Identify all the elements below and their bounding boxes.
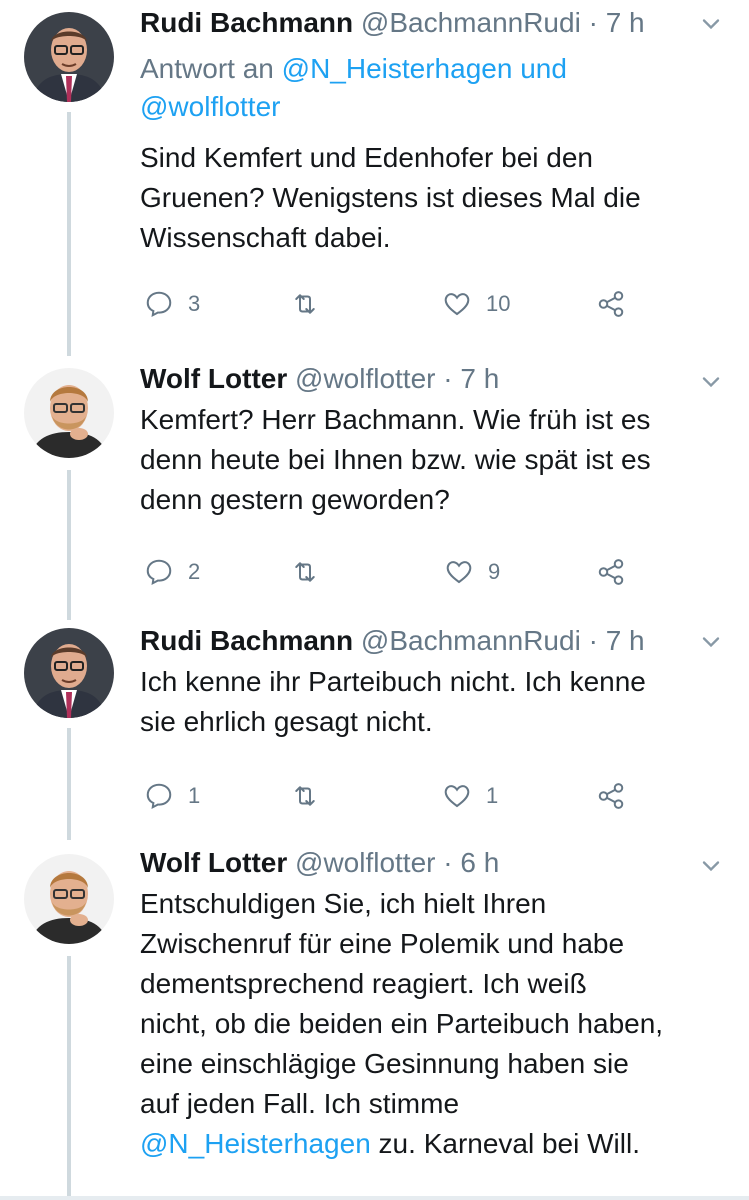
- tweet-text-line: Kemfert? Herr Bachmann. Wie früh ist es: [140, 404, 651, 435]
- tweet-text-tail: zu. Karneval bei Will.: [370, 1128, 640, 1159]
- avatar-man-glasses-tie-icon: [24, 628, 114, 718]
- mention-link[interactable]: @N_Heisterhagen: [282, 53, 513, 84]
- retweet-icon: [295, 786, 315, 806]
- retweet-icon: [295, 562, 315, 582]
- tweet-header: Wolf Lotter @wolflotter · 7 h: [140, 360, 725, 398]
- divider: [0, 1196, 749, 1200]
- reply-context: Antwort an @N_Heisterhagen und @wolflott…: [140, 50, 725, 126]
- retweet-icon: [295, 294, 315, 314]
- tweet-text-line: Wissenschaft dabei.: [140, 222, 391, 253]
- like-button[interactable]: 9: [444, 552, 500, 592]
- tweet-text-line: nicht, ob die beiden ein Parteibuch habe…: [140, 1008, 664, 1039]
- timestamp[interactable]: 6 h: [460, 847, 499, 878]
- author-handle[interactable]: @wolflotter: [295, 847, 435, 878]
- author-handle[interactable]: @wolflotter: [295, 363, 435, 394]
- chevron-down-icon[interactable]: [697, 628, 725, 656]
- author-handle[interactable]: @BachmannRudi: [361, 7, 581, 38]
- mention-link[interactable]: @wolflotter: [140, 91, 280, 122]
- tweet-text-line: Ich kenne ihr Parteibuch nicht. Ich kenn…: [140, 666, 646, 697]
- author-handle[interactable]: @BachmannRudi: [361, 625, 581, 656]
- heart-icon: [446, 561, 472, 584]
- tweet-text-line: Entschuldigen Sie, ich hielt Ihren: [140, 888, 547, 919]
- separator: ·: [443, 847, 453, 878]
- avatar[interactable]: [24, 368, 114, 458]
- tweet-text-line: dementsprechend reagiert. Ich weiß: [140, 968, 587, 999]
- mention-link[interactable]: @N_Heisterhagen: [140, 1128, 371, 1159]
- chevron-down-icon[interactable]: [697, 852, 725, 880]
- timestamp[interactable]: 7 h: [460, 363, 499, 394]
- tweet-header: Rudi Bachmann @BachmannRudi · 7 h: [140, 622, 725, 660]
- avatar[interactable]: [24, 854, 114, 944]
- chevron-down-icon[interactable]: [697, 368, 725, 396]
- timestamp[interactable]: 7 h: [606, 7, 645, 38]
- tweet-text-line: Zwischenruf für eine Polemik und habe: [140, 928, 625, 959]
- reply-count: 2: [188, 559, 201, 584]
- tweet[interactable]: Wolf Lotter @wolflotter · 7 h Kemfert? H…: [0, 358, 749, 608]
- share-button[interactable]: [596, 552, 626, 592]
- reply-count: 3: [188, 291, 201, 316]
- heart-icon: [444, 785, 470, 808]
- tweet[interactable]: Rudi Bachmann @BachmannRudi · 7 h Antwor…: [0, 0, 749, 350]
- avatar-man-beard-glasses-icon: [24, 854, 114, 944]
- tweet-text: Ich kenne ihr Parteibuch nicht. Ich kenn…: [140, 662, 725, 742]
- tweet-actions: 2 9: [140, 552, 725, 592]
- like-button[interactable]: 1: [442, 776, 498, 816]
- timestamp[interactable]: 7 h: [606, 625, 645, 656]
- avatar-man-beard-glasses-icon: [24, 368, 114, 458]
- avatar[interactable]: [24, 628, 114, 718]
- share-button[interactable]: [596, 284, 626, 324]
- tweet-actions: 3 10: [140, 284, 725, 324]
- reply-icon: [146, 291, 172, 318]
- reply-count: 1: [188, 783, 201, 808]
- author-name[interactable]: Rudi Bachmann: [140, 7, 353, 38]
- tweet-header: Wolf Lotter @wolflotter · 6 h: [140, 844, 725, 882]
- tweet-actions: 1 1: [140, 776, 725, 816]
- author-name[interactable]: Rudi Bachmann: [140, 625, 353, 656]
- reply-icon: [146, 783, 172, 810]
- like-button[interactable]: 10: [442, 284, 510, 324]
- author-name[interactable]: Wolf Lotter: [140, 363, 287, 394]
- tweet-text-line: eine einschlägige Gesinnung haben sie: [140, 1048, 629, 1079]
- separator: ·: [588, 625, 598, 656]
- tweet-text-line: sie ehrlich gesagt nicht.: [140, 706, 433, 737]
- reply-button[interactable]: 2: [144, 552, 200, 592]
- reply-button[interactable]: 1: [144, 776, 200, 816]
- share-icon: [598, 559, 624, 585]
- like-count: 10: [486, 291, 511, 316]
- heart-icon: [444, 293, 470, 316]
- tweet-text-line: denn heute bei Ihnen bzw. wie spät ist e…: [140, 444, 651, 475]
- tweet[interactable]: Wolf Lotter @wolflotter · 6 h Entschuldi…: [0, 842, 749, 1196]
- tweet[interactable]: Rudi Bachmann @BachmannRudi · 7 h Ich ke…: [0, 618, 749, 838]
- like-count: 1: [486, 783, 499, 808]
- retweet-button[interactable]: [290, 552, 320, 592]
- tweet-text: Kemfert? Herr Bachmann. Wie früh ist es …: [140, 400, 725, 520]
- tweet-text: Sind Kemfert und Edenhofer bei den Gruen…: [140, 138, 725, 258]
- tweet-text-line: denn gestern geworden?: [140, 484, 450, 515]
- tweet-header: Rudi Bachmann @BachmannRudi · 7 h: [140, 4, 725, 42]
- tweet-text-line: Gruenen? Wenigstens ist dieses Mal die: [140, 182, 641, 213]
- tweet-text-line: @N_Heisterhagen zu. Karneval bei Will.: [140, 1124, 725, 1164]
- chevron-down-icon[interactable]: [697, 10, 725, 38]
- reply-joiner: und: [520, 53, 567, 84]
- retweet-button[interactable]: [290, 776, 320, 816]
- reply-prefix: Antwort an: [140, 53, 274, 84]
- avatar-man-glasses-tie-icon: [24, 12, 114, 102]
- tweet-text-line: auf jeden Fall. Ich stimme: [140, 1088, 460, 1119]
- separator: ·: [588, 7, 598, 38]
- retweet-button[interactable]: [290, 284, 320, 324]
- reply-icon: [146, 559, 172, 586]
- separator: ·: [443, 363, 453, 394]
- share-icon: [598, 291, 624, 317]
- tweet-text: Entschuldigen Sie, ich hielt Ihren Zwisc…: [140, 884, 725, 1164]
- avatar[interactable]: [24, 12, 114, 102]
- author-name[interactable]: Wolf Lotter: [140, 847, 287, 878]
- like-count: 9: [488, 559, 501, 584]
- tweet-text-line: Sind Kemfert und Edenhofer bei den: [140, 142, 593, 173]
- share-icon: [598, 783, 624, 809]
- share-button[interactable]: [596, 776, 626, 816]
- reply-button[interactable]: 3: [144, 284, 200, 324]
